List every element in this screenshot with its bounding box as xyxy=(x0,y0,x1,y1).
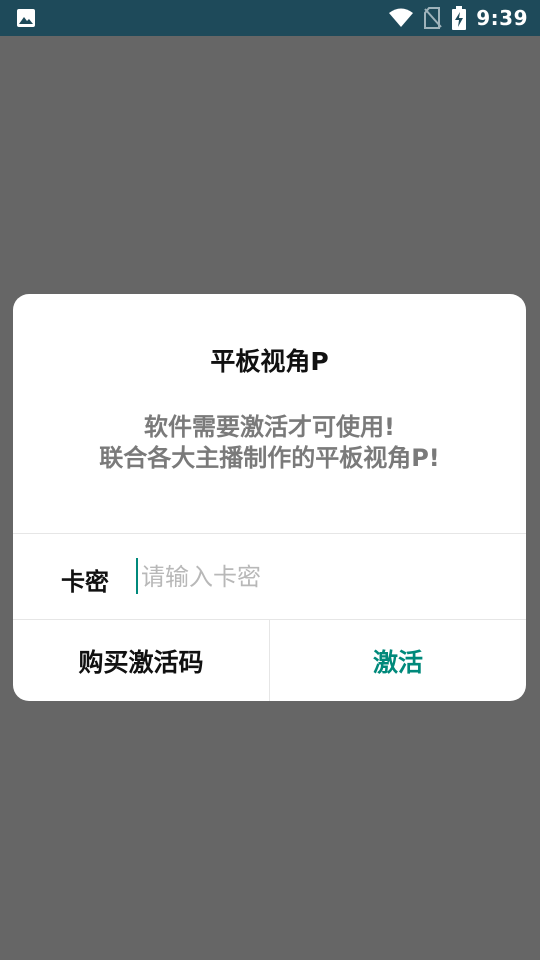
buy-code-button[interactable]: 购买激活码 xyxy=(13,620,270,701)
dialog-message: 软件需要激活才可使用! 联合各大主播制作的平板视角P! xyxy=(13,412,526,474)
activation-dialog: 平板视角P 软件需要激活才可使用! 联合各大主播制作的平板视角P! 卡密 购买激… xyxy=(13,294,526,701)
message-line-2: 联合各大主播制作的平板视角P! xyxy=(99,444,440,472)
text-cursor xyxy=(136,558,138,594)
battery-charging-icon xyxy=(452,6,467,30)
status-bar: 9:39 xyxy=(0,0,540,36)
dialog-title: 平板视角P xyxy=(210,347,329,376)
button-row: 购买激活码 激活 xyxy=(13,620,526,701)
no-sim-icon xyxy=(424,7,442,29)
wifi-icon xyxy=(388,8,414,28)
code-row: 卡密 xyxy=(13,534,526,620)
code-input[interactable] xyxy=(135,558,495,596)
message-line-1: 软件需要激活才可使用! xyxy=(144,413,395,441)
activate-button[interactable]: 激活 xyxy=(270,620,526,701)
clock: 9:39 xyxy=(476,6,528,30)
image-icon xyxy=(16,8,36,28)
code-label: 卡密 xyxy=(61,568,109,596)
